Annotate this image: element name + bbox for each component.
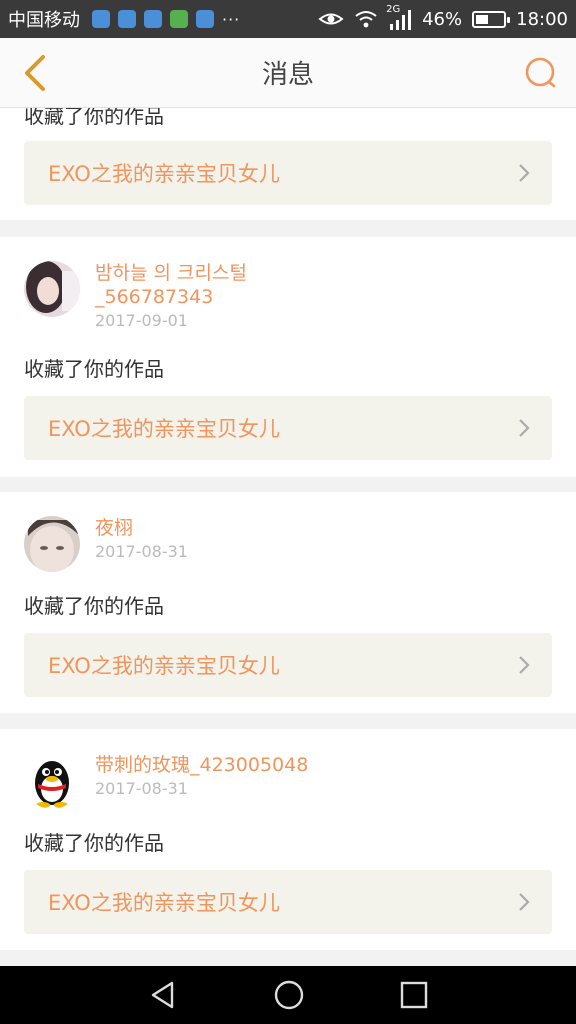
message-card: 밤하늘 의 크리스털 _566787343 2017-09-01 收藏了你的作品…	[0, 237, 576, 477]
qq-penguin-icon	[24, 753, 80, 809]
user-name[interactable]: 夜栩	[95, 516, 188, 540]
chevron-right-icon	[519, 419, 530, 437]
battery-percent: 46%	[422, 8, 463, 30]
status-bar: 中国移动 ··· 2G 46% 18:00	[0, 0, 576, 38]
mail-notification-icon-2	[196, 10, 214, 28]
message-action-text: 收藏了你的作品	[24, 357, 164, 381]
message-date: 2017-08-31	[95, 542, 188, 561]
carrier-label: 中国移动	[8, 10, 80, 31]
qq-notification-icon	[92, 10, 110, 28]
battery-icon	[472, 10, 511, 28]
message-date: 2017-09-01	[95, 311, 188, 330]
chevron-right-icon	[519, 656, 530, 674]
nav-home-icon[interactable]	[273, 979, 305, 1011]
search-icon	[525, 57, 556, 88]
work-link[interactable]: EXO之我的亲亲宝贝女儿	[24, 396, 552, 460]
chevron-right-icon	[519, 893, 530, 911]
wechat-notification-icon	[170, 10, 188, 28]
message-date: 2017-08-31	[95, 779, 188, 798]
work-title: EXO之我的亲亲宝贝女儿	[48, 891, 280, 915]
user-name-line2[interactable]: _566787343	[95, 285, 247, 309]
back-arrow-icon	[25, 55, 45, 91]
app-header: 消息	[0, 38, 576, 108]
user-photo-icon	[24, 261, 80, 317]
message-list[interactable]: 收藏了你的作品 EXO之我的亲亲宝贝女儿 밤하늘 의 크리스털 _5667873…	[0, 108, 576, 966]
app-notification-icon	[118, 10, 136, 28]
message-card-partial: 收藏了你的作品 EXO之我的亲亲宝贝女儿	[0, 108, 576, 220]
mail-notification-icon	[144, 10, 162, 28]
search-button[interactable]	[522, 54, 560, 92]
nav-recents-icon[interactable]	[400, 981, 428, 1009]
more-notifications-icon: ···	[222, 9, 241, 29]
avatar[interactable]	[24, 261, 80, 317]
message-action-text: 收藏了你的作品	[24, 108, 164, 128]
network-type: 2G	[386, 4, 401, 15]
user-name[interactable]: 带刺的玫瑰_423005048	[95, 753, 308, 777]
message-action-text: 收藏了你的作品	[24, 831, 164, 855]
message-action-text: 收藏了你的作品	[24, 594, 164, 618]
back-button[interactable]	[14, 52, 54, 94]
user-photo-icon	[24, 516, 80, 572]
message-card: 夜栩 2017-08-31 收藏了你的作品 EXO之我的亲亲宝贝女儿	[0, 492, 576, 713]
message-card: 带刺的玫瑰_423005048 2017-08-31 收藏了你的作品 EXO之我…	[0, 729, 576, 950]
user-name[interactable]: 밤하늘 의 크리스털	[95, 261, 247, 285]
avatar[interactable]	[24, 516, 80, 572]
eye-comfort-icon	[318, 13, 344, 25]
work-title: EXO之我的亲亲宝贝女儿	[48, 162, 280, 186]
chevron-right-icon	[519, 164, 530, 182]
system-nav-bar	[0, 966, 576, 1024]
work-title: EXO之我的亲亲宝贝女儿	[48, 417, 280, 441]
work-title: EXO之我的亲亲宝贝女儿	[48, 654, 280, 678]
wifi-icon	[355, 11, 377, 28]
clock: 18:00	[516, 8, 568, 30]
work-link[interactable]: EXO之我的亲亲宝贝女儿	[24, 633, 552, 697]
nav-back-icon[interactable]	[148, 980, 178, 1010]
page-title: 消息	[261, 60, 314, 90]
work-link[interactable]: EXO之我的亲亲宝贝女儿	[24, 870, 552, 934]
work-link[interactable]: EXO之我的亲亲宝贝女儿	[24, 141, 552, 205]
avatar[interactable]	[24, 753, 80, 809]
